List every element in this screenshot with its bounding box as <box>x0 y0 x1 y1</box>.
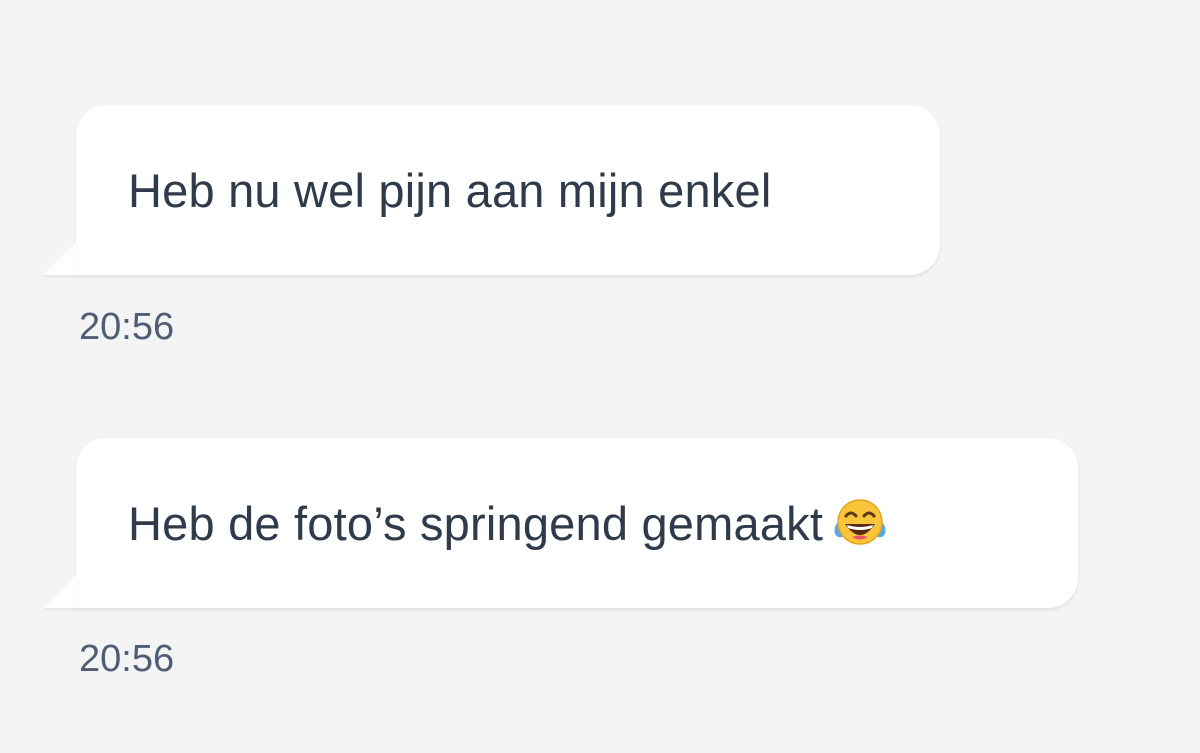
message-timestamp: 20:56 <box>79 638 175 680</box>
message-bubble[interactable]: Heb nu wel pijn aan mijn enkel <box>43 105 940 275</box>
face-with-tears-of-joy-icon <box>833 496 887 550</box>
bubble-tail <box>43 241 77 275</box>
bubble-tail <box>43 574 77 608</box>
message-timestamp: 20:56 <box>79 306 175 348</box>
message-bubble[interactable]: Heb de foto’s springend gemaakt <box>43 438 1078 608</box>
message-text: Heb nu wel pijn aan mijn enkel <box>128 163 772 217</box>
message-text: Heb de foto’s springend gemaakt <box>128 496 824 550</box>
